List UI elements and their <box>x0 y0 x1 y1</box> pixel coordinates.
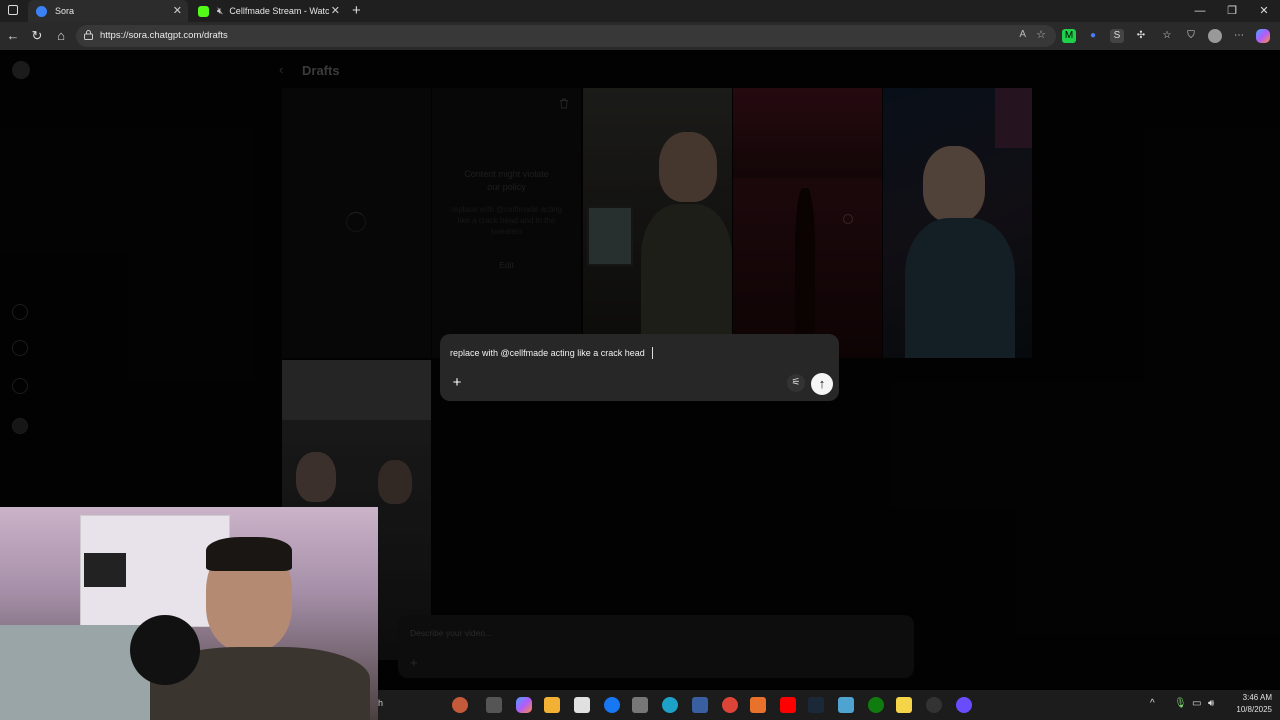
webcam-microphone <box>130 615 200 685</box>
facebook-icon[interactable] <box>604 697 620 713</box>
network-icon[interactable]: ▭ <box>1192 698 1201 709</box>
clock[interactable]: 3:46 AM 10/8/2025 <box>1236 692 1272 716</box>
extension-blue-icon[interactable]: ● <box>1086 29 1100 43</box>
muted-speaker-icon[interactable]: 🔇︎ <box>217 6 223 17</box>
describe-video-bar[interactable]: Describe your video... + <box>398 615 914 678</box>
webcam-overlay <box>0 507 378 720</box>
address-toolbar: ← ↻ ⌂ https://sora.chatgpt.com/drafts A … <box>0 22 1280 50</box>
settings-sliders-button[interactable]: ⚟ <box>787 374 805 392</box>
copilot-icon[interactable] <box>1256 29 1270 43</box>
copilot-taskbar-icon[interactable] <box>516 697 532 713</box>
sticky-notes-icon[interactable] <box>896 697 912 713</box>
close-window-icon[interactable]: ✕ <box>1248 0 1280 22</box>
restore-icon[interactable]: ❐ <box>1216 0 1248 22</box>
store-icon[interactable] <box>574 697 590 713</box>
taskbar-app-icon[interactable] <box>452 697 468 713</box>
webcam-person-hair <box>206 537 292 571</box>
sora-favicon-icon <box>36 5 47 17</box>
site-info-icon[interactable] <box>84 30 93 40</box>
microphone-icon[interactable]: 🎙︎ <box>1174 698 1187 709</box>
describe-placeholder[interactable]: Describe your video... <box>410 628 492 638</box>
tab-label: Cellfmade Stream - Watch Li <box>229 6 330 16</box>
add-media-button[interactable]: + <box>448 374 466 392</box>
amazon-icon[interactable] <box>632 697 648 713</box>
search-box-fragment[interactable]: h <box>378 698 383 708</box>
remix-prompt-composer[interactable]: replace with @cellfmade acting like a cr… <box>440 334 839 401</box>
extensions-icon[interactable]: ✣ <box>1134 29 1148 43</box>
read-aloud-icon[interactable]: A <box>1019 29 1026 40</box>
clock-time: 3:46 AM <box>1242 693 1272 702</box>
app-icon[interactable] <box>838 697 854 713</box>
tab-label: Sora <box>55 6 75 16</box>
browser-tab-bar: Sora ✕ 🔇︎ Cellfmade Stream - Watch Li ✕ … <box>0 0 1280 22</box>
window-controls: — ❐ ✕ <box>1184 0 1280 22</box>
favorite-star-icon[interactable]: ☆ <box>1036 28 1046 41</box>
profile-avatar-icon[interactable] <box>1208 29 1222 43</box>
url-text: https://sora.chatgpt.com/drafts <box>100 30 228 41</box>
volume-icon[interactable]: 🔊︎ <box>1208 698 1214 709</box>
back-icon[interactable]: ← <box>4 27 22 45</box>
submit-button[interactable]: ↑ <box>811 373 833 395</box>
calculator-icon[interactable] <box>692 697 708 713</box>
close-tab-icon[interactable]: ✕ <box>331 4 340 17</box>
app-ring-icon[interactable] <box>956 697 972 713</box>
add-media-icon[interactable]: + <box>410 655 418 670</box>
more-menu-icon[interactable]: ⋯ <box>1232 29 1246 43</box>
browser-essentials-icon[interactable]: ⛉ <box>1184 29 1198 43</box>
chrome-icon[interactable] <box>722 697 738 713</box>
windows-taskbar: h ^ 🎙︎ ▭ 🔊︎ 3:46 AM 10/8/2025 <box>378 690 1280 720</box>
task-view-icon[interactable] <box>486 697 502 713</box>
favorites-icon[interactable]: ☆ <box>1160 29 1174 43</box>
home-icon[interactable]: ⌂ <box>52 27 70 45</box>
tab-sora[interactable]: Sora ✕ <box>28 0 188 22</box>
edge-icon[interactable] <box>662 697 678 713</box>
file-explorer-icon[interactable] <box>544 697 560 713</box>
steam-icon[interactable] <box>808 697 824 713</box>
text-cursor <box>652 347 653 359</box>
extension-green-icon[interactable]: M <box>1062 29 1076 43</box>
kick-favicon-icon <box>198 5 209 17</box>
prompt-input[interactable]: replace with @cellfmade acting like a cr… <box>450 348 645 358</box>
obs-icon[interactable] <box>926 697 942 713</box>
xbox-icon[interactable] <box>868 697 884 713</box>
youtube-icon[interactable] <box>780 697 796 713</box>
extension-s-icon[interactable]: S <box>1110 29 1124 43</box>
close-tab-icon[interactable]: ✕ <box>173 4 182 17</box>
tab-kick-stream[interactable]: 🔇︎ Cellfmade Stream - Watch Li ✕ <box>190 0 346 22</box>
clock-date: 10/8/2025 <box>1236 705 1272 714</box>
webcam-tv <box>84 553 126 587</box>
minimize-icon[interactable]: — <box>1184 0 1216 22</box>
new-tab-icon[interactable]: + <box>352 2 361 19</box>
show-hidden-icons[interactable]: ^ <box>1150 698 1155 709</box>
vlc-icon[interactable] <box>750 697 766 713</box>
address-bar[interactable]: https://sora.chatgpt.com/drafts A ☆ <box>76 25 1056 47</box>
tab-actions-icon[interactable] <box>8 5 18 15</box>
reload-icon[interactable]: ↻ <box>28 27 46 45</box>
